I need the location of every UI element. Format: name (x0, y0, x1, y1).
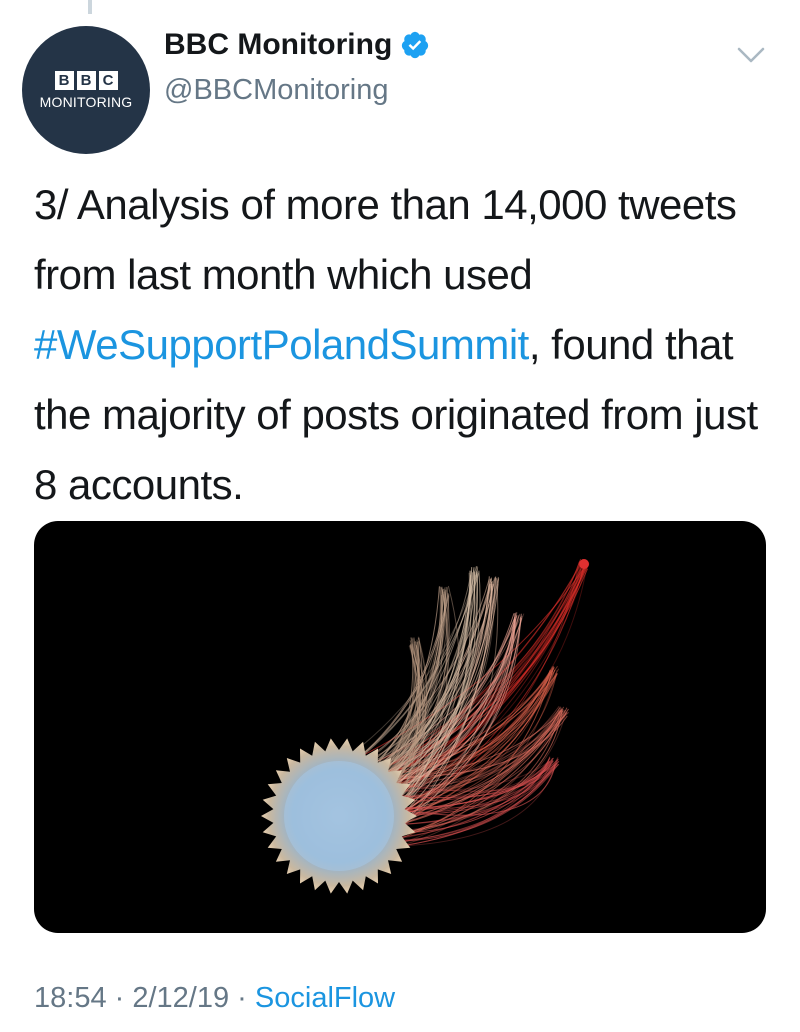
hashtag-link[interactable]: #WeSupportPolandSummit (34, 321, 529, 368)
meta-separator: · (106, 982, 133, 1014)
tweet-text: 3/ Analysis of more than 14,000 tweets f… (34, 170, 774, 520)
logo-letter: B (54, 70, 74, 90)
network-visualization-image (261, 558, 590, 894)
tweet-time[interactable]: 18:54 (34, 982, 107, 1015)
tweet-text-part: 3/ Analysis of more than 14,000 tweets f… (34, 181, 737, 298)
verified-badge-icon (402, 31, 429, 59)
logo-letter: B (76, 70, 96, 90)
author-handle[interactable]: @BBCMonitoring (164, 74, 388, 107)
tweet-date[interactable]: 2/12/19 (132, 982, 229, 1015)
chevron-down-icon[interactable] (736, 44, 766, 66)
avatar-subtitle: MONITORING (39, 93, 133, 110)
tweet-media-image[interactable] (34, 521, 766, 933)
bbc-logo: B B C (54, 70, 118, 90)
author-display-name[interactable]: BBC Monitoring (164, 28, 392, 62)
thread-connector-line (88, 0, 92, 14)
logo-letter: C (98, 70, 118, 90)
avatar[interactable]: B B C MONITORING (22, 26, 150, 154)
meta-separator: · (229, 982, 255, 1014)
author-name-row[interactable]: BBC Monitoring (164, 28, 430, 62)
tweet-source-link[interactable]: SocialFlow (255, 982, 395, 1015)
tweet-metadata: 18:54 · 2/12/19 · SocialFlow (34, 982, 395, 1015)
